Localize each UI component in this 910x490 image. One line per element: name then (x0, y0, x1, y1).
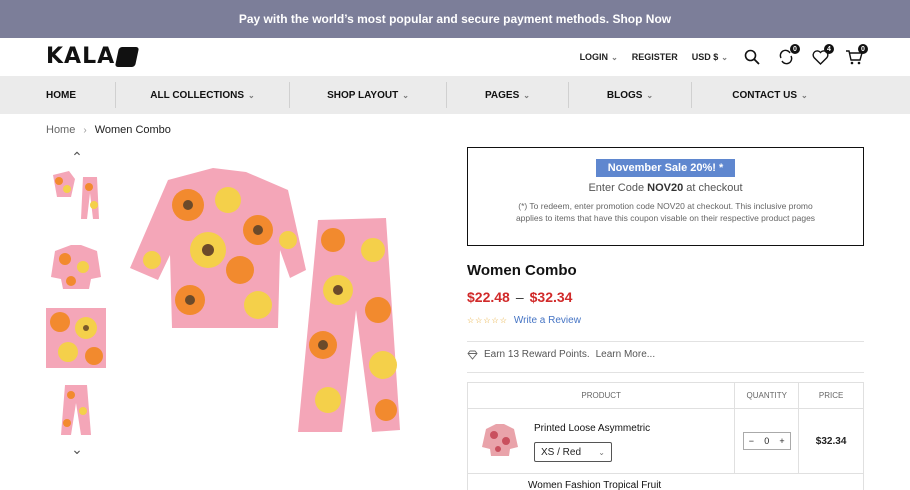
product-thumbnail[interactable] (480, 419, 520, 459)
price-separator: – (515, 289, 524, 305)
chevron-down-icon: ⌄ (248, 90, 255, 100)
chevron-down-icon[interactable]: ⌄ (46, 442, 108, 456)
write-review-link[interactable]: Write a Review (514, 315, 581, 326)
breadcrumb: Home › Women Combo (46, 124, 171, 136)
price-min: $22.48 (467, 289, 510, 305)
chevron-down-icon: ⌄ (646, 90, 654, 100)
learn-more-link[interactable]: Learn More... (596, 349, 655, 360)
chevron-right-icon: › (83, 124, 87, 136)
sale-code-suffix: at checkout (686, 182, 743, 194)
header: KALA LOGIN ⌄ REGISTER USD $ ⌄ 0 4 0 (0, 38, 910, 76)
login-link[interactable]: LOGIN ⌄ (580, 52, 618, 62)
price-max: $32.34 (529, 289, 573, 305)
col-header-price: PRICE (798, 382, 864, 409)
nav-label: HOME (46, 89, 76, 101)
nav-item-blogs[interactable]: BLOGS ⌄ (569, 82, 692, 108)
main-nav: HOME ALL COLLECTIONS ⌄ SHOP LAYOUT ⌄ PAGES… (0, 76, 910, 114)
plus-icon[interactable]: + (779, 436, 784, 446)
nav-item-home[interactable]: HOME (0, 82, 116, 108)
header-actions: LOGIN ⌄ REGISTER USD $ ⌄ 0 4 0 (580, 44, 868, 67)
compare-count-badge: 0 (790, 44, 800, 54)
currency-selector[interactable]: USD $ ⌄ (692, 52, 728, 62)
nav-item-pages[interactable]: PAGES ⌄ (447, 82, 569, 108)
chevron-down-icon: ⌄ (721, 52, 728, 62)
promo-bar[interactable]: Pay with the world’s most popular and se… (0, 0, 910, 38)
nav-item-shop-layout[interactable]: SHOP LAYOUT ⌄ (290, 82, 447, 108)
variant-select[interactable]: XS / Red ⌄ (534, 442, 612, 462)
register-link[interactable]: REGISTER (632, 52, 678, 62)
reward-text: Earn 13 Reward Points. (484, 349, 590, 360)
cart-icon[interactable]: 0 (844, 44, 868, 67)
product-price: $22.48– $32.34 (467, 289, 572, 305)
diamond-icon (467, 350, 478, 360)
chevron-down-icon: ⌄ (402, 90, 409, 100)
sale-code-line: Enter Code NOV20 at checkout (468, 182, 863, 194)
divider (467, 341, 864, 342)
register-label: REGISTER (631, 52, 678, 62)
promo-sale-box: November Sale 20%! * Enter Code NOV20 at… (467, 147, 864, 246)
compare-icon[interactable]: 0 (776, 44, 800, 67)
currency-label: USD $ (691, 52, 719, 62)
cart-count-badge: 0 (858, 44, 868, 54)
variant-table: PRODUCT QUANTITY PRICE Printed Loose Asy… (466, 382, 864, 490)
promo-text[interactable]: Pay with the world’s most popular and se… (239, 12, 671, 26)
thumbnail-fabric[interactable] (46, 308, 106, 368)
chevron-down-icon: ⌄ (611, 52, 618, 62)
variant-product-name[interactable]: Women Fashion Tropical Fruit (468, 474, 863, 490)
col-header-product: PRODUCT (466, 382, 736, 409)
search-icon[interactable] (742, 47, 762, 67)
heart-icon[interactable]: 4 (810, 44, 834, 67)
sale-code-prefix: Enter Code (588, 182, 645, 194)
table-row: Printed Loose Asymmetric XS / Red ⌄ − 0 … (466, 408, 864, 474)
product-title: Women Combo (467, 262, 577, 279)
sale-code: NOV20 (647, 182, 684, 194)
chevron-down-icon: ⌄ (801, 90, 808, 100)
thumbnail-gallery: ⌃ ⌄ (46, 150, 108, 456)
logo[interactable]: KALA (46, 44, 140, 69)
variant-selected: XS / Red (541, 446, 582, 458)
review-row: ☆☆☆☆☆ Write a Review (467, 315, 581, 326)
thumbnail-shirt[interactable] (46, 236, 106, 296)
table-row: Women Fashion Tropical Fruit (467, 473, 864, 490)
quantity-value[interactable]: 0 (764, 436, 769, 446)
reward-points: Earn 13 Reward Points. Learn More... (467, 349, 655, 360)
breadcrumb-current: Women Combo (94, 124, 171, 136)
col-header-quantity: QUANTITY (734, 382, 800, 409)
nav-label: SHOP LAYOUT (327, 89, 399, 101)
variant-product-name[interactable]: Printed Loose Asymmetric (534, 423, 650, 434)
nav-label: CONTACT US (732, 89, 798, 101)
product-main-image[interactable] (128, 160, 428, 435)
minus-icon[interactable]: − (749, 436, 754, 446)
nav-label: ALL COLLECTIONS (150, 89, 244, 101)
sale-note: (*) To redeem, enter promotion code NOV2… (515, 201, 816, 223)
nav-label: BLOGS (606, 89, 643, 101)
rating-stars-icon: ☆☆☆☆☆ (467, 316, 508, 325)
divider (467, 372, 864, 373)
thumbnail-pants[interactable] (46, 380, 106, 440)
nav-label: PAGES (485, 89, 520, 101)
chevron-down-icon: ⌄ (598, 447, 605, 457)
wishlist-count-badge: 4 (824, 44, 834, 54)
chevron-down-icon: ⌄ (523, 90, 530, 100)
logo-mark-icon (114, 46, 140, 67)
nav-item-contact-us[interactable]: CONTACT US ⌄ (692, 82, 848, 108)
quantity-stepper[interactable]: − 0 + (742, 432, 791, 450)
thumbnail-combo[interactable] (46, 164, 106, 224)
nav-item-all-collections[interactable]: ALL COLLECTIONS ⌄ (116, 82, 290, 108)
login-label: LOGIN (579, 52, 609, 62)
product-cell: Printed Loose Asymmetric XS / Red ⌄ (468, 409, 734, 473)
sale-tag: November Sale 20%! * (595, 159, 736, 177)
row-price: $32.34 (798, 408, 864, 474)
chevron-up-icon[interactable]: ⌃ (46, 150, 108, 164)
breadcrumb-home[interactable]: Home (46, 124, 75, 136)
logo-text: KALA (46, 44, 116, 69)
